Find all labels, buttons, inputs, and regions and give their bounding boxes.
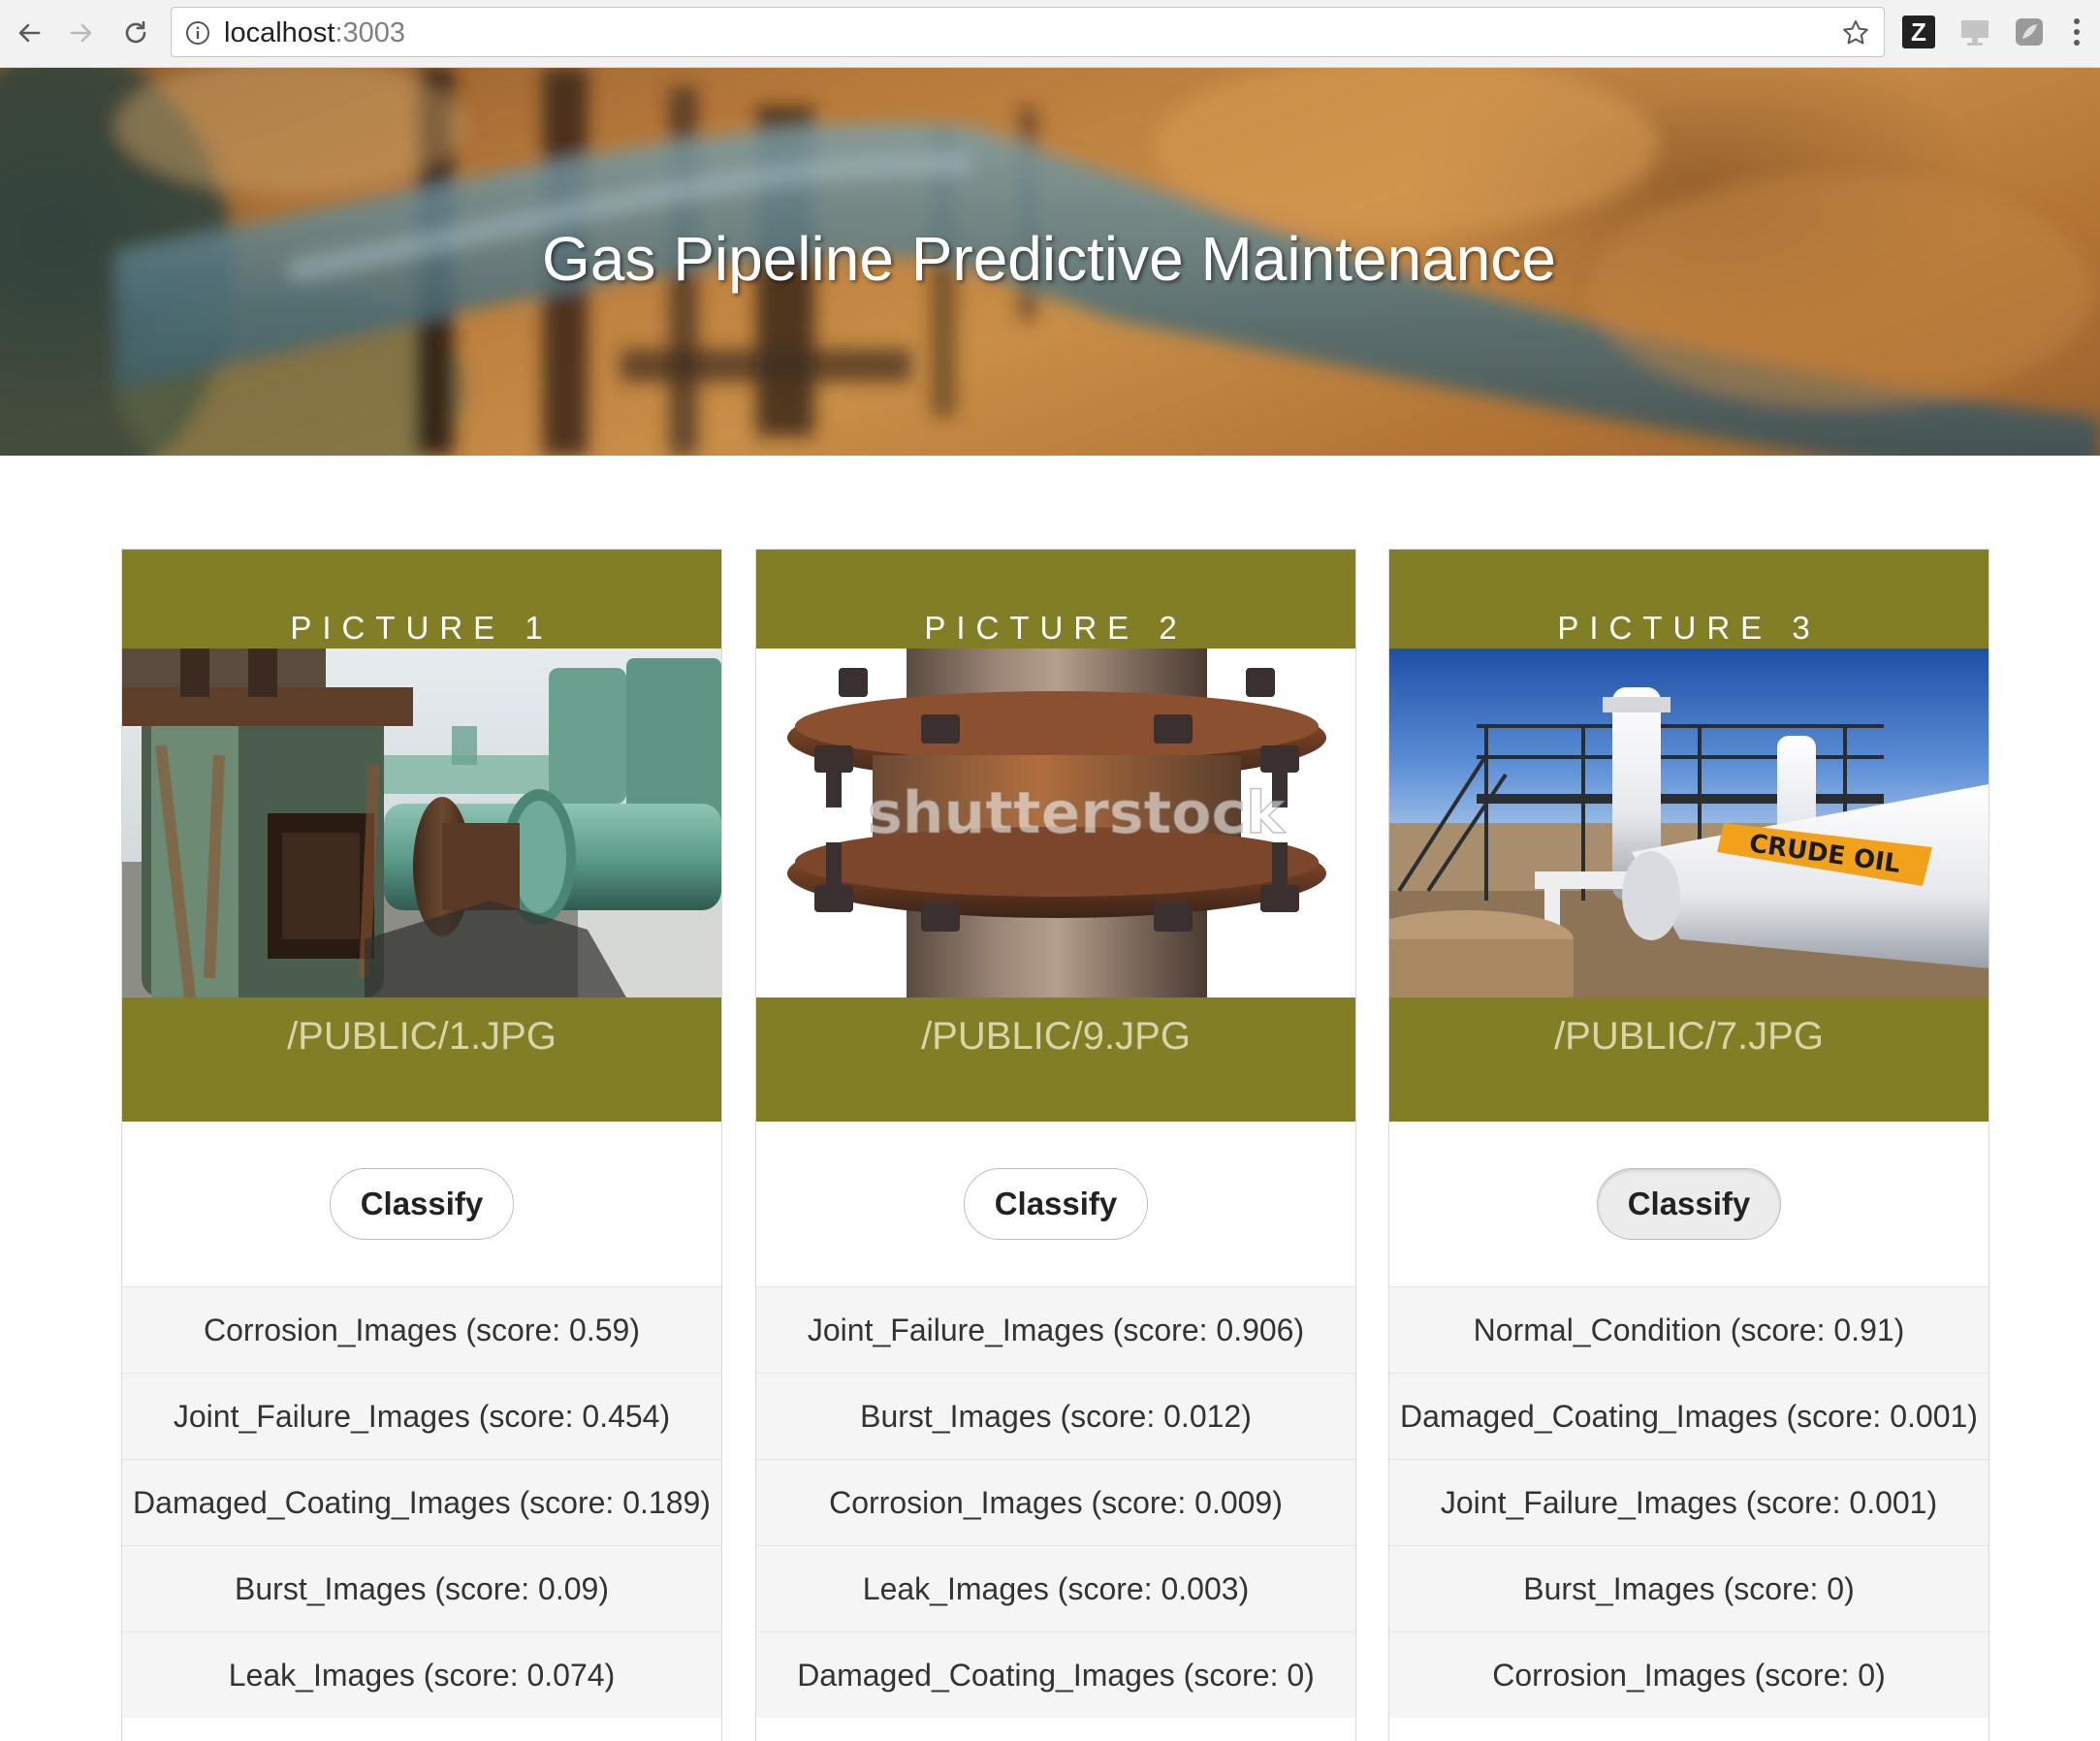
button-row: Classify: [1389, 1122, 1989, 1286]
result-item: Joint_Failure_Images (score: 0.454): [122, 1373, 721, 1459]
result-item: Burst_Images (score: 0): [1389, 1545, 1989, 1631]
result-item: Normal_Condition (score: 0.91): [1389, 1286, 1989, 1373]
result-item: Leak_Images (score: 0.003): [756, 1545, 1355, 1631]
back-arrow-icon[interactable]: [10, 14, 48, 52]
bookmark-star-icon[interactable]: [1841, 18, 1870, 47]
result-item: Damaged_Coating_Images (score: 0.189): [122, 1459, 721, 1545]
cast-icon[interactable]: [1958, 16, 1991, 48]
result-item: Burst_Images (score: 0.09): [122, 1545, 721, 1631]
url-host: localhost: [224, 17, 335, 48]
results-list: Corrosion_Images (score: 0.59) Joint_Fai…: [122, 1286, 721, 1718]
address-bar[interactable]: localhost:3003: [171, 7, 1885, 57]
result-item: Burst_Images (score: 0.012): [756, 1373, 1355, 1459]
card-footer: /PUBLIC/1.JPG: [122, 997, 721, 1122]
image-path: /PUBLIC/7.JPG: [1554, 1015, 1824, 1058]
classify-button[interactable]: Classify: [330, 1168, 514, 1240]
result-item: Corrosion_Images (score: 0.009): [756, 1459, 1355, 1545]
hero-banner: Gas Pipeline Predictive Maintenance: [0, 68, 2100, 456]
url-port: :3003: [334, 17, 406, 48]
forward-arrow-icon[interactable]: [62, 14, 101, 52]
reload-icon[interactable]: [116, 14, 155, 52]
card-footer: /PUBLIC/7.JPG: [1389, 997, 1989, 1122]
info-icon[interactable]: [185, 20, 210, 46]
classify-button[interactable]: Classify: [964, 1168, 1148, 1240]
card-footer: /PUBLIC/9.JPG: [756, 997, 1355, 1122]
browser-toolbar: localhost:3003 Z: [0, 0, 2100, 68]
picture-card-2: PICTURE 2 shutterstock /PUBLIC/9.JPG Cla…: [755, 549, 1356, 1741]
card-image-crude-oil-pipeline: CRUDE OIL: [1389, 649, 1989, 997]
image-path: /PUBLIC/9.JPG: [921, 1015, 1191, 1058]
card-title: PICTURE 2: [924, 610, 1188, 646]
watermark-text: shutterstock: [868, 779, 1287, 847]
card-image-flanged-pipe: shutterstock: [756, 649, 1355, 997]
picture-card-3: PICTURE 3 CRUDE OIL /PUBLIC/7.JPG Classi…: [1388, 549, 1989, 1741]
result-item: Leak_Images (score: 0.074): [122, 1631, 721, 1718]
image-path: /PUBLIC/1.JPG: [287, 1015, 557, 1058]
picture-card-1: PICTURE 1 /PUBLIC/1.JPG Classify Corrosi…: [121, 549, 722, 1741]
result-item: Corrosion_Images (score: 0): [1389, 1631, 1989, 1718]
card-header: PICTURE 1: [122, 550, 721, 649]
results-list: Normal_Condition (score: 0.91) Damaged_C…: [1389, 1286, 1989, 1718]
more-menu-icon[interactable]: [2069, 16, 2084, 48]
card-title: PICTURE 1: [290, 610, 554, 646]
card-header: PICTURE 3: [1389, 550, 1989, 649]
results-list: Joint_Failure_Images (score: 0.906) Burs…: [756, 1286, 1355, 1718]
result-item: Joint_Failure_Images (score: 0.906): [756, 1286, 1355, 1373]
corroded-valve-photo: [122, 649, 721, 997]
result-item: Damaged_Coating_Images (score: 0): [756, 1631, 1355, 1718]
extension-icon[interactable]: [2013, 16, 2046, 48]
page-title: Gas Pipeline Predictive Maintenance: [0, 223, 2100, 295]
result-item: Joint_Failure_Images (score: 0.001): [1389, 1459, 1989, 1545]
zotero-label: Z: [1911, 17, 1926, 47]
card-title: PICTURE 3: [1557, 610, 1821, 646]
result-item: Corrosion_Images (score: 0.59): [122, 1286, 721, 1373]
button-row: Classify: [122, 1122, 721, 1286]
crude-oil-pipeline-photo: CRUDE OIL: [1389, 649, 1989, 997]
page-title-text: Gas Pipeline Predictive Maintenance: [542, 224, 1556, 294]
button-row: Classify: [756, 1122, 1355, 1286]
result-item: Damaged_Coating_Images (score: 0.001): [1389, 1373, 1989, 1459]
url-text[interactable]: localhost:3003: [224, 17, 405, 48]
card-header: PICTURE 2: [756, 550, 1355, 649]
classify-button[interactable]: Classify: [1597, 1168, 1781, 1240]
card-image-corroded-valve: [122, 649, 721, 997]
zotero-icon[interactable]: Z: [1902, 16, 1935, 48]
flanged-pipe-photo: shutterstock: [756, 649, 1355, 997]
